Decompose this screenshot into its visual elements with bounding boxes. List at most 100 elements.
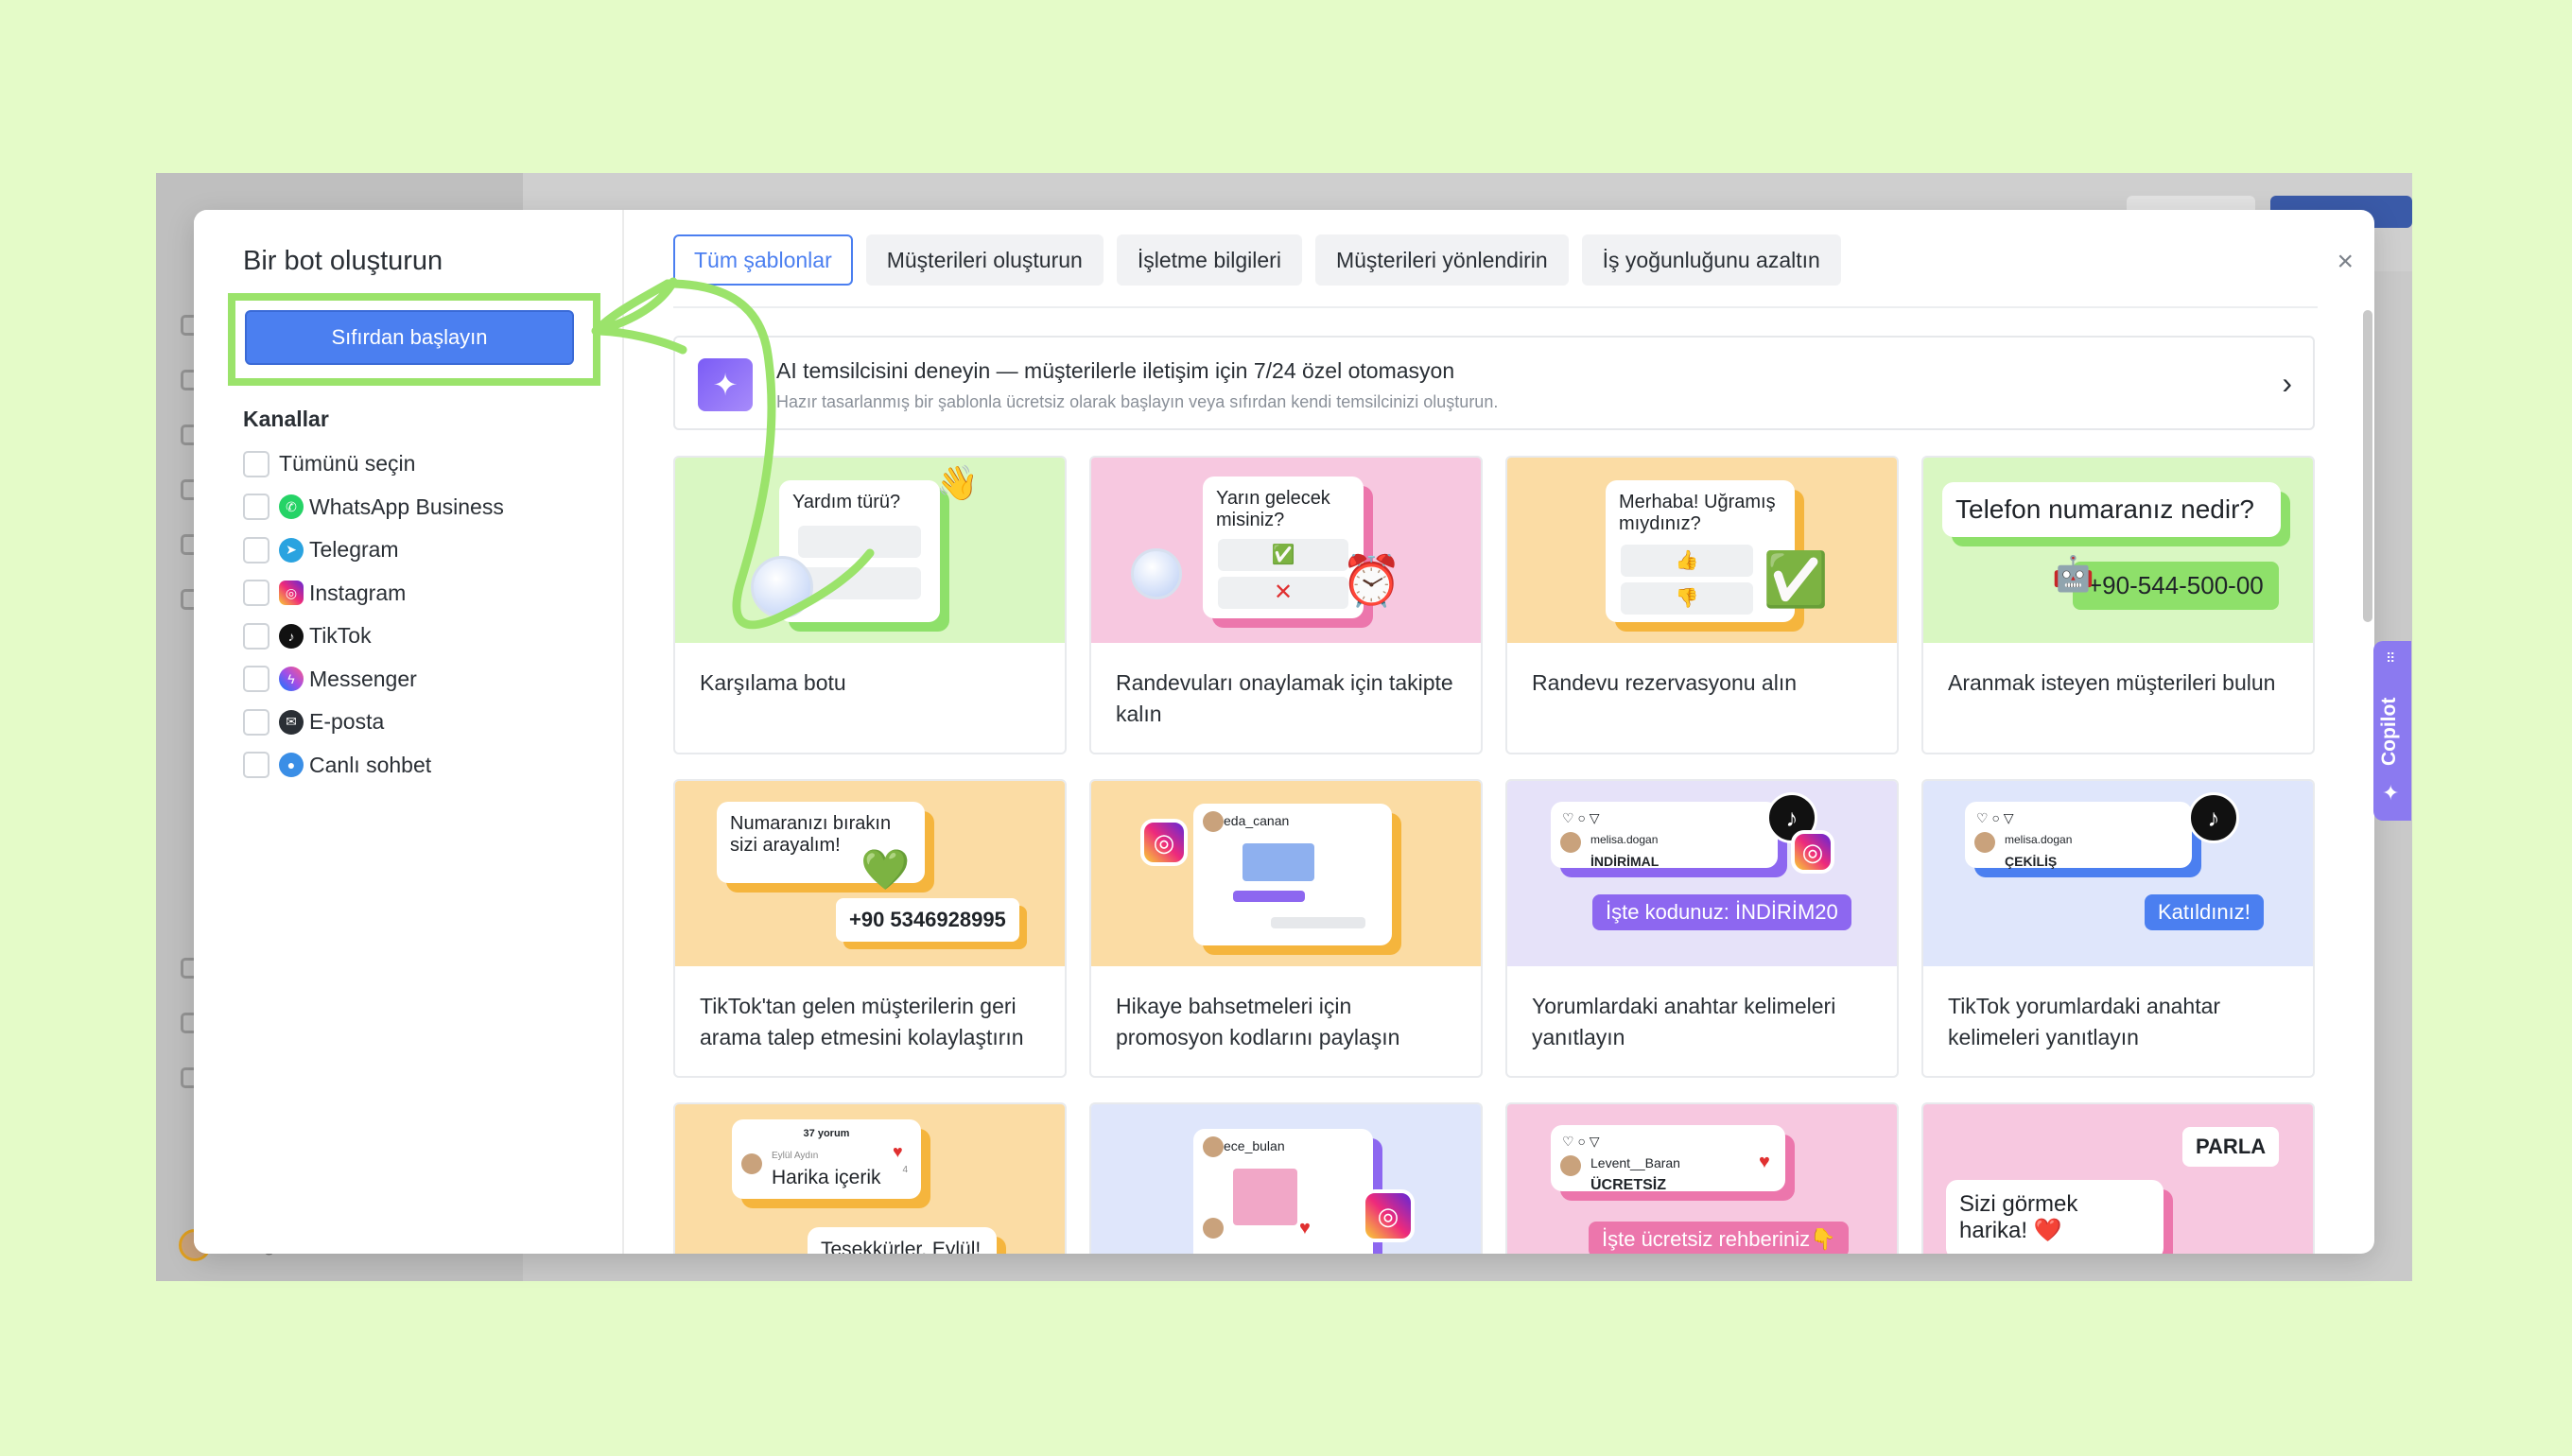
- instagram-icon: ◎: [1791, 830, 1834, 874]
- template-card-story-mention[interactable]: eda_canan ◎ Hikaye bahsetmeleri için pro…: [1089, 779, 1483, 1078]
- comment-card: ♡ ○ ▽ Levent__Baran ÜCRETSİZ: [1551, 1125, 1785, 1193]
- card-illustration: Yardım türü? 👋: [675, 458, 1065, 643]
- copilot-label: Copilot: [2378, 697, 2400, 766]
- channel-item-telegram[interactable]: ➤ Telegram: [243, 529, 504, 572]
- checkbox[interactable]: [243, 494, 269, 521]
- instagram-icon: ◎: [1362, 1189, 1415, 1242]
- tabs-divider: [673, 306, 2318, 308]
- channel-item-email[interactable]: ✉ E-posta: [243, 701, 504, 744]
- checkbox[interactable]: [243, 536, 269, 563]
- ai-agent-banner[interactable]: ✦ AI temsilcisini deneyin — müşterilerle…: [673, 336, 2315, 430]
- checkbox[interactable]: [243, 708, 269, 736]
- drag-handle-icon[interactable]: ⠿: [2386, 650, 2395, 667]
- tab-acquire-customers[interactable]: Müşterileri oluşturun: [865, 234, 1104, 286]
- channel-item-whatsapp[interactable]: ✆ WhatsApp Business: [243, 486, 504, 529]
- heart-icon: ♥: [893, 1142, 903, 1161]
- card-caption: Randevu rezervasyonu alın: [1532, 670, 1797, 695]
- card-illustration: ♡ ○ ▽ melisa.dogan ÇEKİLİŞ ♪ Katıldınız!: [1923, 781, 2313, 966]
- bubble-text: Merhaba! Uğramış mıydınız?: [1619, 492, 1776, 534]
- avatar: [1974, 832, 1995, 853]
- card-illustration: Merhaba! Uğramış mıydınız? 👍 👎 ✅: [1507, 458, 1897, 643]
- card-illustration: Numaranızı bırakın sizi arayalım! 💚 +90 …: [675, 781, 1065, 966]
- template-card-keyword-reply[interactable]: ♡ ○ ▽ melisa.dogan İNDİRİMAL ♪ ◎ İşte ko…: [1505, 779, 1899, 1078]
- template-card-free-guide[interactable]: ♡ ○ ▽ Levent__Baran ÜCRETSİZ ♥ İşte ücre…: [1505, 1102, 1899, 1254]
- sparkle-icon: ✦: [698, 358, 753, 411]
- keyword: ÜCRETSİZ: [1590, 1177, 1666, 1193]
- robot-icon: [1131, 548, 1182, 599]
- channels-heading: Kanallar: [243, 407, 329, 431]
- template-card-comment-thanks[interactable]: 37 yorum Eylül Aydın Harika içerik 4 ♥ T…: [673, 1102, 1067, 1254]
- channel-label: Telegram: [309, 537, 399, 563]
- chat-bubble: Telefon numaranız nedir?: [1942, 482, 2281, 537]
- check-mark-icon: ✅: [1763, 549, 1829, 609]
- scrollbar[interactable]: [2363, 310, 2372, 622]
- template-card-callback-lead[interactable]: Telefon numaranız nedir? +90-544-500-00 …: [1921, 456, 2315, 754]
- reaction-icons: ♡ ○ ▽: [1562, 810, 1600, 825]
- card-caption: TikTok'tan gelen müşterilerin geri arama…: [700, 994, 1024, 1049]
- close-icon[interactable]: ×: [2337, 246, 2354, 278]
- username: eda_canan: [1224, 813, 1290, 828]
- reply-tag: İşte ücretsiz rehberiniz👇: [1589, 1222, 1850, 1254]
- reply-bubble: Teşekkürler, Eylül!: [808, 1227, 997, 1254]
- tab-all-templates[interactable]: Tüm şablonlar: [673, 234, 853, 286]
- checkbox[interactable]: [243, 622, 269, 650]
- template-card-appointment-followup[interactable]: Yarın gelecek misiniz? ✅ ✕ ⏰ Randevuları…: [1089, 456, 1483, 754]
- checkbox[interactable]: [243, 580, 269, 607]
- ai-banner-title: AI temsilcisini deneyin — müşterilerle i…: [776, 358, 1455, 383]
- channel-filter-list: Tümünü seçin ✆ WhatsApp Business ➤ Teleg…: [243, 442, 504, 787]
- chat-bubble: Sizi görmek harika! ❤️: [1946, 1180, 2164, 1254]
- card-caption: Yorumlardaki anahtar kelimeleri yanıtlay…: [1532, 994, 1836, 1049]
- option-pill: [798, 526, 921, 558]
- channel-item-instagram[interactable]: ◎ Instagram: [243, 572, 504, 615]
- card-illustration: eda_canan ◎: [1091, 781, 1481, 966]
- channel-label: Canlı sohbet: [309, 752, 432, 777]
- tab-route-customers[interactable]: Müşterileri yönlendirin: [1314, 234, 1569, 286]
- start-from-scratch-button[interactable]: Sıfırdan başlayın: [245, 310, 574, 365]
- card-illustration: PARLA Sizi görmek harika! ❤️: [1923, 1104, 2313, 1254]
- channel-item-tiktok[interactable]: ♪ TikTok: [243, 615, 504, 658]
- template-card-tiktok-callback[interactable]: Numaranızı bırakın sizi arayalım! 💚 +90 …: [673, 779, 1067, 1078]
- bubble-text: Yardım türü?: [792, 492, 901, 512]
- check-icon: ✅: [1218, 539, 1348, 571]
- like-count: 4: [902, 1165, 908, 1175]
- chevron-right-icon: ›: [2282, 366, 2292, 400]
- live-chat-icon: ●: [279, 753, 304, 778]
- channel-item-select-all[interactable]: Tümünü seçin: [243, 442, 504, 486]
- checkbox[interactable]: [243, 666, 269, 693]
- checkbox[interactable]: [243, 752, 269, 779]
- card-illustration: 37 yorum Eylül Aydın Harika içerik 4 ♥ T…: [675, 1104, 1065, 1254]
- card-illustration: Telefon numaranız nedir? +90-544-500-00 …: [1923, 458, 2313, 643]
- template-card-welcome-bot[interactable]: Yardım türü? 👋 Karşılama botu: [673, 456, 1067, 754]
- email-icon: ✉: [279, 709, 304, 735]
- template-card-reservation[interactable]: Merhaba! Uğramış mıydınız? 👍 👎 ✅ Randevu…: [1505, 456, 1899, 754]
- template-card-tiktok-keyword-reply[interactable]: ♡ ○ ▽ melisa.dogan ÇEKİLİŞ ♪ Katıldınız!…: [1921, 779, 2315, 1078]
- image-placeholder: [1233, 1169, 1297, 1225]
- template-card-greeting[interactable]: PARLA Sizi görmek harika! ❤️: [1921, 1102, 2315, 1254]
- option-pill: [798, 567, 921, 599]
- username: ece_bulan: [1224, 1138, 1285, 1153]
- tab-business-info[interactable]: İşletme bilgileri: [1116, 234, 1302, 286]
- channel-label: TikTok: [309, 623, 372, 649]
- copilot-tab[interactable]: ⠿ Copilot ✦: [2373, 641, 2411, 821]
- channel-item-messenger[interactable]: ϟ Messenger: [243, 658, 504, 702]
- alarm-clock-icon: ⏰: [1341, 554, 1402, 609]
- telegram-icon: ➤: [279, 537, 304, 563]
- template-card-story-reply[interactable]: ece_bulan ♥ ◎: [1089, 1102, 1483, 1254]
- text-line: [1233, 891, 1305, 902]
- channel-item-live-chat[interactable]: ● Canlı sohbet: [243, 744, 504, 788]
- reply-tag: İşte kodunuz: İNDİRİM20: [1592, 894, 1851, 930]
- channel-label: Messenger: [309, 666, 417, 691]
- channel-label: Instagram: [309, 580, 407, 605]
- whatsapp-icon: ✆: [279, 494, 304, 520]
- keyword-tag: PARLA: [2182, 1127, 2280, 1167]
- channel-label: WhatsApp Business: [309, 494, 504, 519]
- tab-reduce-workload[interactable]: İş yoğunluğunu azaltın: [1581, 234, 1841, 286]
- modal-left-panel: Bir bot oluşturun Sıfırdan başlayın Kana…: [194, 210, 624, 1254]
- avatar: [1560, 1155, 1581, 1176]
- comment-text: Harika içerik: [772, 1167, 881, 1188]
- card-illustration: ♡ ○ ▽ melisa.dogan İNDİRİMAL ♪ ◎ İşte ko…: [1507, 781, 1897, 966]
- messenger-icon: ϟ: [279, 667, 304, 692]
- instagram-icon: ◎: [279, 581, 304, 606]
- checkbox[interactable]: [243, 450, 269, 477]
- avatar: [1203, 811, 1224, 832]
